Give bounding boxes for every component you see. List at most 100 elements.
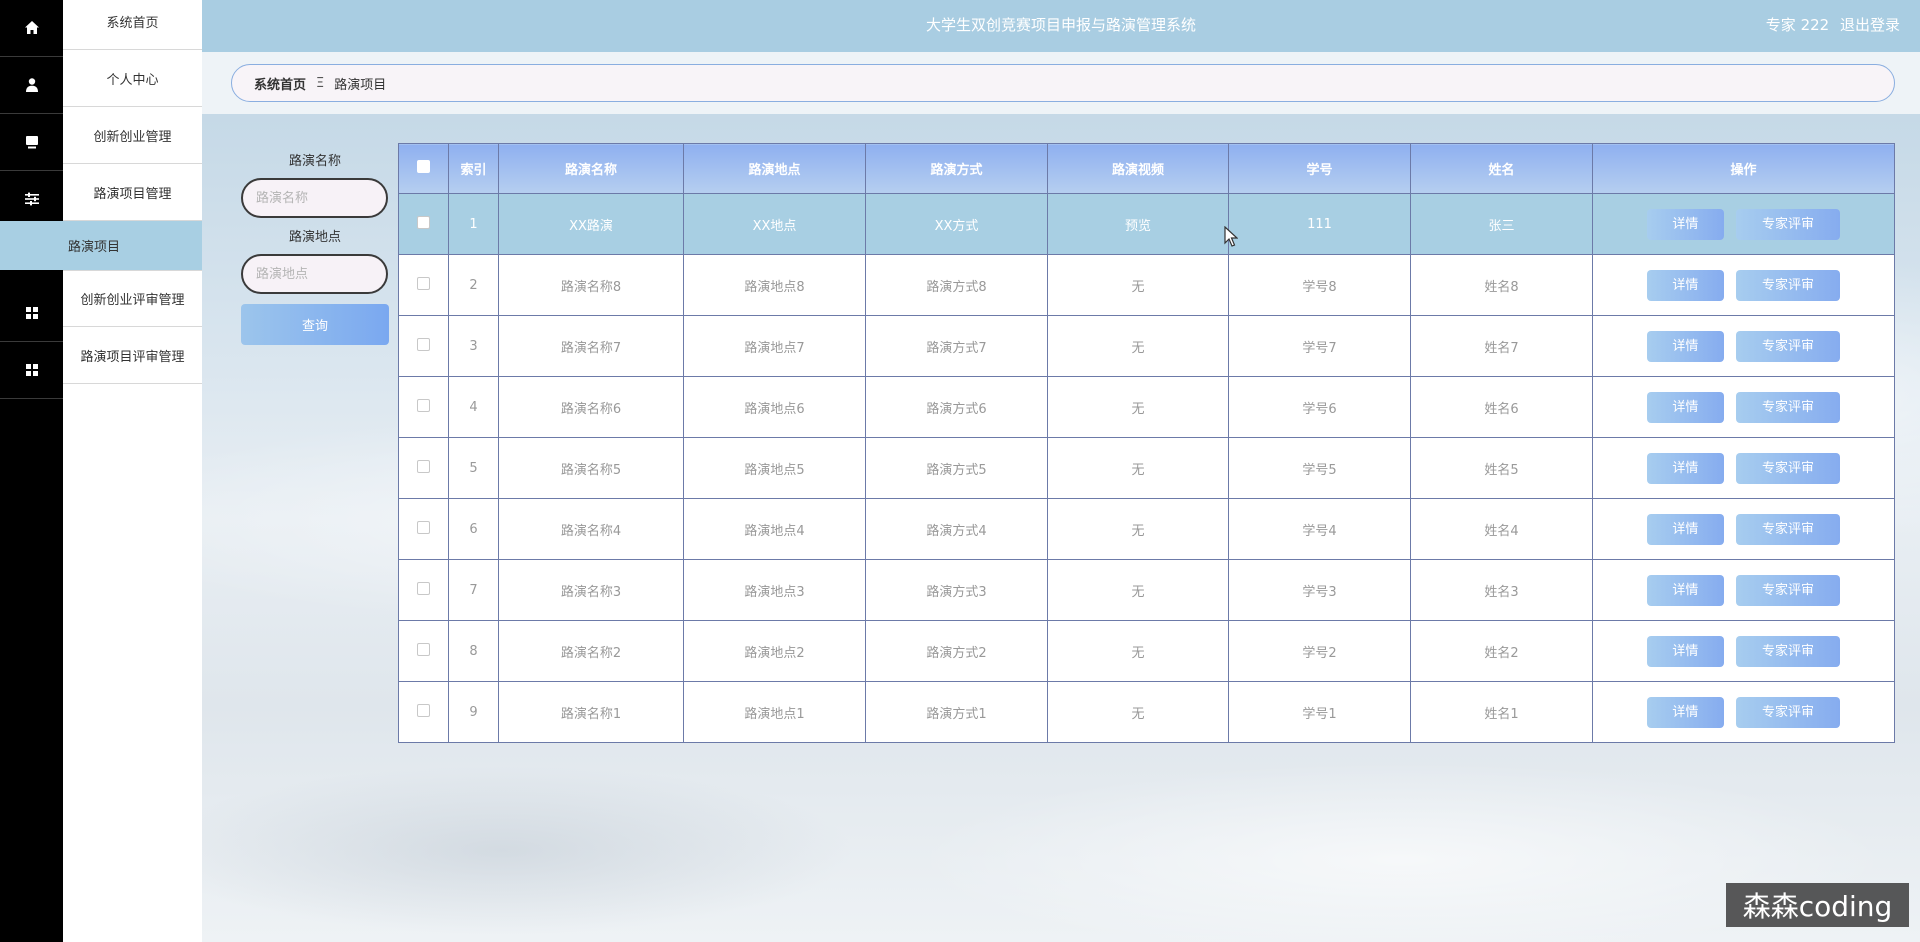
rail-roadshow-review[interactable] [0,342,63,399]
cell-name: 路演名称6 [498,376,684,438]
expert-review-button[interactable]: 专家评审 [1736,635,1841,667]
expert-review-button[interactable]: 专家评审 [1736,208,1841,240]
cell-student-no: 学号3 [1228,559,1411,621]
select-all-checkbox[interactable] [417,160,430,173]
sidebar-subitem-roadshow-project[interactable]: 路演项目 [0,221,202,270]
cell-video[interactable]: 预览 [1047,193,1229,255]
expert-review-button[interactable]: 专家评审 [1736,696,1841,728]
cell-select[interactable] [398,254,449,316]
cell-name: 路演名称3 [498,559,684,621]
cell-mode: 路演方式1 [865,681,1048,743]
table-row[interactable]: 3 路演名称7 路演地点7 路演方式7 无学号7 姓名7 详情 专家评审 [398,315,1895,377]
cell-select[interactable] [398,376,449,438]
sidebar-item-profile[interactable]: 个人中心 [63,50,202,107]
cell-select[interactable] [398,315,449,377]
table-row[interactable]: 2 路演名称8 路演地点8 路演方式8 无学号8 姓名8 详情 专家评审 [398,254,1895,316]
logout-link[interactable]: 退出登录 [1840,16,1900,34]
cell-actions: 详情 专家评审 [1592,498,1895,560]
table-row[interactable]: 9 路演名称1 路演地点1 路演方式1 无学号1 姓名1 详情 专家评审 [398,681,1895,743]
cell-select[interactable] [398,620,449,682]
header-name: 路演名称 [498,143,684,194]
table-row[interactable]: 5 路演名称5 路演地点5 路演方式5 无学号5 姓名5 详情 专家评审 [398,437,1895,499]
cell-student-no: 学号8 [1228,254,1411,316]
header-select-all[interactable] [398,143,449,194]
table-row[interactable]: 8 路演名称2 路演地点2 路演方式2 无学号2 姓名2 详情 专家评审 [398,620,1895,682]
detail-button[interactable]: 详情 [1646,574,1724,606]
cell-index: 4 [448,376,499,438]
row-checkbox[interactable] [417,459,430,473]
sidebar-item-innovation-review[interactable]: 创新创业评审管理 [63,270,202,327]
expert-review-button[interactable]: 专家评审 [1736,452,1841,484]
cell-student-name: 姓名5 [1410,437,1593,499]
cell-select[interactable] [398,437,449,499]
cell-mode: 路演方式6 [865,376,1048,438]
cell-location: 路演地点1 [683,681,866,743]
cell-index: 3 [448,315,499,377]
expert-review-button[interactable]: 专家评审 [1736,513,1841,545]
cell-student-no: 学号1 [1228,681,1411,743]
sidebar-item-roadshow-review[interactable]: 路演项目评审管理 [63,327,202,384]
cell-student-name: 姓名4 [1410,498,1593,560]
row-checkbox[interactable] [417,703,430,717]
cell-select[interactable] [398,681,449,743]
expert-review-button[interactable]: 专家评审 [1736,391,1841,423]
row-checkbox[interactable] [417,337,430,351]
icon-rail [0,0,63,942]
header-student-no: 学号 [1228,143,1411,194]
sidebar-item-roadshow[interactable]: 路演项目管理 [63,164,202,221]
breadcrumb-current: 路演项目 [334,77,387,93]
header-actions: 操作 [1592,143,1895,194]
rail-innovation-review[interactable] [0,285,63,342]
home-icon [24,21,39,34]
rail-innovation[interactable] [0,114,63,171]
roadshow-name-input[interactable] [241,178,388,218]
monitor-icon [25,136,38,149]
cell-actions: 详情 专家评审 [1592,315,1895,377]
row-checkbox[interactable] [417,520,430,534]
expert-review-button[interactable]: 专家评审 [1736,269,1841,301]
cell-select[interactable] [398,193,449,255]
detail-button[interactable]: 详情 [1646,208,1724,240]
table-row[interactable]: 7 路演名称3 路演地点3 路演方式3 无学号3 姓名3 详情 专家评审 [398,559,1895,621]
cell-index: 6 [448,498,499,560]
cell-video: 无 [1047,376,1229,438]
query-button[interactable]: 查询 [241,304,389,345]
row-checkbox[interactable] [417,581,430,595]
detail-button[interactable]: 详情 [1646,452,1724,484]
detail-button[interactable]: 详情 [1646,696,1724,728]
detail-button[interactable]: 详情 [1646,513,1724,545]
cell-student-no: 学号2 [1228,620,1411,682]
cell-select[interactable] [398,498,449,560]
expert-review-button[interactable]: 专家评审 [1736,330,1841,362]
table-row[interactable]: 6 路演名称4 路演地点4 路演方式4 无学号4 姓名4 详情 专家评审 [398,498,1895,560]
breadcrumb-home[interactable]: 系统首页 [254,74,306,93]
user-icon [25,78,38,92]
rail-roadshow[interactable] [0,171,63,228]
cell-video: 无 [1047,498,1229,560]
row-checkbox[interactable] [417,276,430,290]
cell-select[interactable] [398,559,449,621]
cell-actions: 详情 专家评审 [1592,193,1895,255]
cell-student-name: 姓名6 [1410,376,1593,438]
rail-home[interactable] [0,0,63,57]
cell-video: 无 [1047,681,1229,743]
sidebar-item-home[interactable]: 系统首页 [63,0,202,50]
cell-name: 路演名称5 [498,437,684,499]
table-row[interactable]: 4 路演名称6 路演地点6 路演方式6 无学号6 姓名6 详情 专家评审 [398,376,1895,438]
row-checkbox[interactable] [417,642,430,656]
cell-actions: 详情 专家评审 [1592,437,1895,499]
sidebar-item-innovation[interactable]: 创新创业管理 [63,107,202,164]
roadshow-location-input[interactable] [241,254,388,294]
mouse-cursor-icon [1224,226,1238,247]
detail-button[interactable]: 详情 [1646,635,1724,667]
cell-student-name: 张三 [1410,193,1593,255]
expert-review-button[interactable]: 专家评审 [1736,574,1841,606]
table-row[interactable]: 1 XX路演 XX地点 XX方式 预览 111 张三 详情 专家评审 [398,193,1895,255]
detail-button[interactable]: 详情 [1646,330,1724,362]
header-video: 路演视频 [1047,143,1229,194]
detail-button[interactable]: 详情 [1646,391,1724,423]
rail-user[interactable] [0,57,63,114]
row-checkbox[interactable] [417,398,430,412]
detail-button[interactable]: 详情 [1646,269,1724,301]
row-checkbox[interactable] [417,215,430,229]
